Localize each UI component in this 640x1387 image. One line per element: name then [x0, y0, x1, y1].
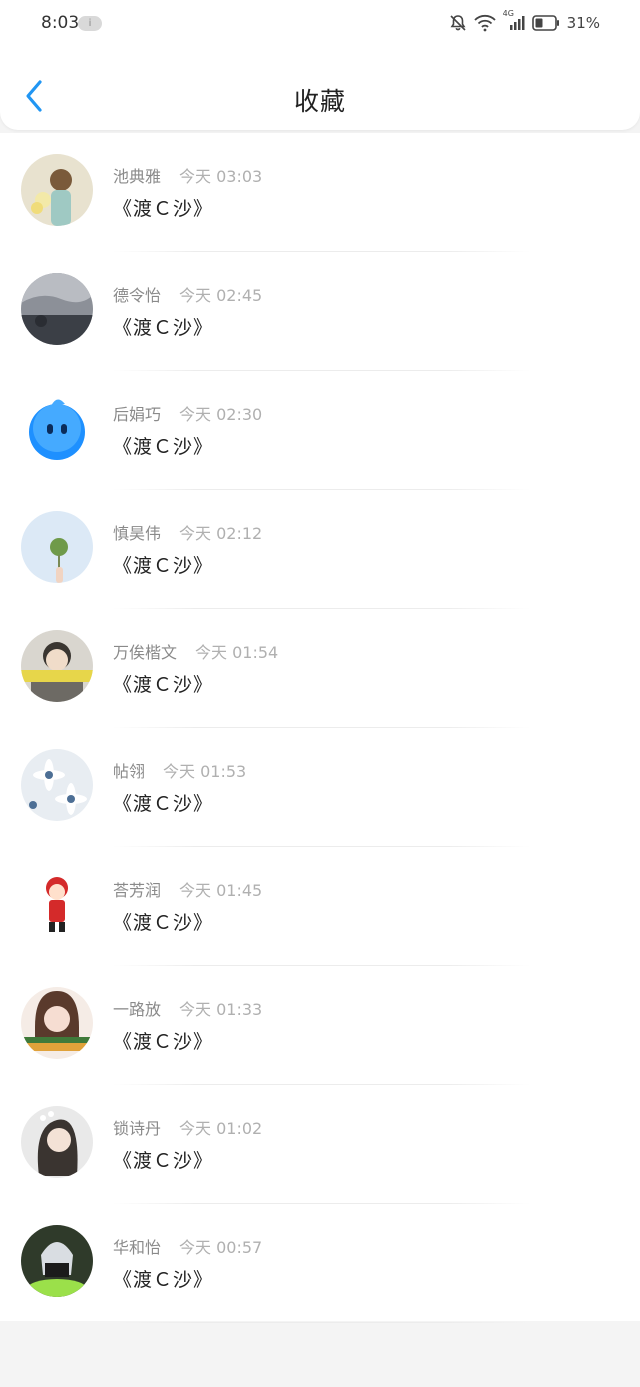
- author-name: 万俟楷文: [113, 643, 178, 662]
- author-name: 锁诗丹: [113, 1119, 162, 1138]
- nav-bar: 收藏: [0, 56, 640, 136]
- item-title: 《渡Ｃ沙》: [113, 674, 214, 696]
- item-time: 今天 01:54: [195, 643, 279, 662]
- item-title: 《渡Ｃ沙》: [113, 793, 214, 815]
- list-item[interactable]: 华和怡 今天 00:57 《渡Ｃ沙》: [0, 1204, 640, 1323]
- status-icons: 4G 31%: [449, 9, 600, 34]
- list-item[interactable]: 后娟巧 今天 02:30 《渡Ｃ沙》: [0, 371, 640, 490]
- list-item[interactable]: 锁诗丹 今天 01:02 《渡Ｃ沙》: [0, 1085, 640, 1204]
- list-item[interactable]: 德令怡 今天 02:45 《渡Ｃ沙》: [0, 252, 640, 371]
- favorites-list: 池典雅 今天 03:03 《渡Ｃ沙》 德令怡 今天 02:45 《渡Ｃ沙》 后娟巧今…: [0, 133, 640, 1323]
- list-item[interactable]: 慎昊伟 今天 02:12 《渡Ｃ沙》: [0, 490, 640, 609]
- item-title: 《渡Ｃ沙》: [113, 555, 214, 577]
- avatar[interactable]: [21, 273, 93, 345]
- battery-percent: 31%: [566, 14, 600, 32]
- item-title: 《渡Ｃ沙》: [113, 436, 214, 458]
- item-time: 今天 03:03: [179, 167, 263, 186]
- item-meta: 锁诗丹 今天 01:02: [113, 1115, 262, 1139]
- divider: [113, 1322, 530, 1323]
- wifi-icon: [474, 14, 496, 32]
- battery-icon: [531, 15, 560, 31]
- status-time: 8:03: [41, 13, 80, 33]
- item-meta: 荅芳润 今天 01:45: [113, 877, 262, 901]
- list-item[interactable]: 一路放 今天 01:33 《渡Ｃ沙》: [0, 966, 640, 1085]
- item-meta: 后娟巧 今天 02:30: [113, 401, 262, 425]
- avatar[interactable]: [21, 1225, 93, 1297]
- item-title: 《渡Ｃ沙》: [113, 1150, 214, 1172]
- list-item[interactable]: 万俟楷文 今天 01:54 《渡Ｃ沙》: [0, 609, 640, 728]
- favorites-screen: 8:03 i 4G 31% 收藏 池典雅 今天 03:03 《渡Ｃ沙》 德令怡 …: [0, 0, 640, 1387]
- item-meta: 池典雅 今天 03:03: [113, 163, 262, 187]
- item-time: 今天 02:30: [179, 405, 263, 424]
- status-indicator-pill: i: [78, 16, 102, 31]
- avatar[interactable]: [21, 868, 93, 940]
- item-time: 今天 02:12: [179, 524, 263, 543]
- item-title: 《渡Ｃ沙》: [113, 198, 214, 220]
- item-title: 《渡Ｃ沙》: [113, 1269, 214, 1291]
- item-time: 今天 01:02: [179, 1119, 263, 1138]
- author-name: 慎昊伟: [113, 524, 162, 543]
- item-meta: 慎昊伟 今天 02:12: [113, 520, 262, 544]
- avatar[interactable]: [21, 630, 93, 702]
- author-name: 帖翎: [113, 762, 146, 781]
- author-name: 德令怡: [113, 286, 162, 305]
- author-name: 一路放: [113, 1000, 162, 1019]
- list-item[interactable]: 荅芳润 今天 01:45 《渡Ｃ沙》: [0, 847, 640, 966]
- avatar[interactable]: [21, 1106, 93, 1178]
- item-meta: 一路放 今天 01:33: [113, 996, 262, 1020]
- item-title: 《渡Ｃ沙》: [113, 317, 214, 339]
- avatar[interactable]: [21, 154, 93, 226]
- bell-off-icon: [449, 14, 467, 32]
- avatar[interactable]: [21, 392, 93, 464]
- item-time: 今天 01:45: [179, 881, 263, 900]
- item-time: 今天 00:57: [179, 1238, 263, 1257]
- item-time: 今天 02:45: [179, 286, 263, 305]
- item-meta: 德令怡 今天 02:45: [113, 282, 262, 306]
- author-name: 后娟巧: [113, 405, 162, 424]
- item-title: 《渡Ｃ沙》: [113, 1031, 214, 1053]
- signal-icon: 4G: [503, 9, 525, 32]
- item-meta: 帖翎 今天 01:53: [113, 758, 246, 782]
- item-time: 今天 01:53: [163, 762, 247, 781]
- avatar[interactable]: [21, 987, 93, 1059]
- author-name: 华和怡: [113, 1238, 162, 1257]
- item-time: 今天 01:33: [179, 1000, 263, 1019]
- avatar[interactable]: [21, 749, 93, 821]
- author-name: 荅芳润: [113, 881, 162, 900]
- top-bar: 8:03 i 4G 31% 收藏: [0, 0, 640, 130]
- status-bar: 8:03 i 4G 31%: [0, 0, 640, 46]
- page-title: 收藏: [293, 87, 346, 116]
- network-type-label: 4G: [502, 9, 514, 18]
- item-meta: 万俟楷文 今天 01:54: [113, 639, 278, 663]
- item-title: 《渡Ｃ沙》: [113, 912, 214, 934]
- item-meta: 华和怡 今天 00:57: [113, 1234, 262, 1258]
- author-name: 池典雅: [113, 167, 162, 186]
- avatar[interactable]: [21, 511, 93, 583]
- list-item[interactable]: 池典雅 今天 03:03 《渡Ｃ沙》: [0, 133, 640, 252]
- list-item[interactable]: 帖翎 今天 01:53 《渡Ｃ沙》: [0, 728, 640, 847]
